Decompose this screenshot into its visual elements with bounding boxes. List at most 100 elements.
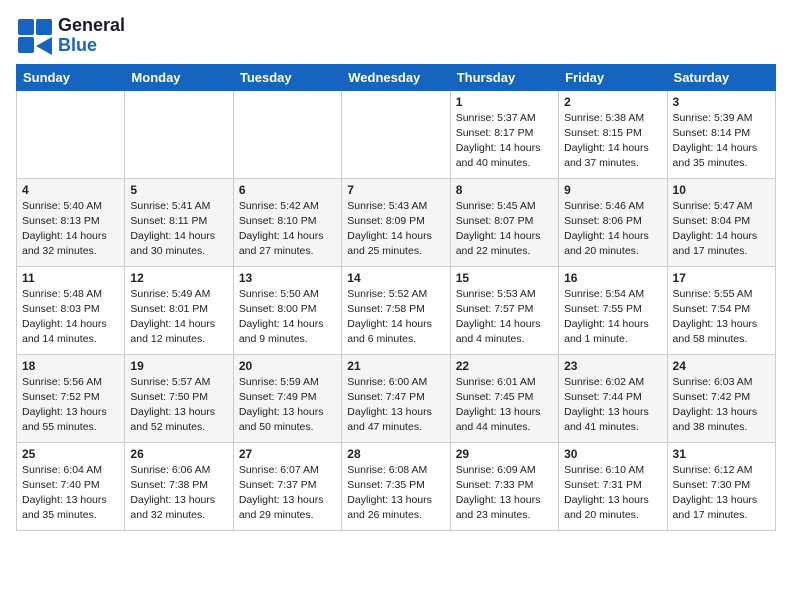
- calendar-cell: 1 Sunrise: 5:37 AM Sunset: 8:17 PM Daylig…: [450, 90, 558, 178]
- calendar-cell: [125, 90, 233, 178]
- calendar-cell: [342, 90, 450, 178]
- calendar-cell: 12 Sunrise: 5:49 AM Sunset: 8:01 PM Dayli…: [125, 266, 233, 354]
- calendar-cell: 31 Sunrise: 6:12 AM Sunset: 7:30 PM Dayli…: [667, 442, 775, 530]
- calendar-cell: 11Sunrise: 5:48 AM Sunset: 8:03 PM Dayli…: [17, 266, 125, 354]
- day-number: 6: [239, 183, 336, 197]
- logo-blue-text: Blue: [58, 36, 125, 56]
- day-number: 23: [564, 359, 661, 373]
- calendar-cell: 2 Sunrise: 5:38 AM Sunset: 8:15 PM Daylig…: [559, 90, 667, 178]
- day-info: Sunrise: 5:46 AM Sunset: 8:06 PM Dayligh…: [564, 199, 661, 260]
- day-info: Sunrise: 5:55 AM Sunset: 7:54 PM Dayligh…: [673, 287, 770, 348]
- day-number: 4: [22, 183, 119, 197]
- calendar-body: 1 Sunrise: 5:37 AM Sunset: 8:17 PM Daylig…: [17, 90, 776, 530]
- day-info: Sunrise: 6:09 AM Sunset: 7:33 PM Dayligh…: [456, 463, 553, 524]
- calendar-cell: 18 Sunrise: 5:56 AM Sunset: 7:52 PM Dayli…: [17, 354, 125, 442]
- day-number: 13: [239, 271, 336, 285]
- day-info: Sunrise: 5:43 AM Sunset: 8:09 PM Dayligh…: [347, 199, 444, 260]
- calendar-cell: 23 Sunrise: 6:02 AM Sunset: 7:44 PM Dayli…: [559, 354, 667, 442]
- header-sunday: Sunday: [17, 64, 125, 90]
- day-number: 20: [239, 359, 336, 373]
- calendar-cell: 29 Sunrise: 6:09 AM Sunset: 7:33 PM Dayli…: [450, 442, 558, 530]
- header-tuesday: Tuesday: [233, 64, 341, 90]
- calendar-week-2: 4 Sunrise: 5:40 AM Sunset: 8:13 PM Daylig…: [17, 178, 776, 266]
- calendar-week-4: 18 Sunrise: 5:56 AM Sunset: 7:52 PM Dayli…: [17, 354, 776, 442]
- day-info: Sunrise: 5:37 AM Sunset: 8:17 PM Dayligh…: [456, 111, 553, 172]
- day-info: Sunrise: 5:53 AM Sunset: 7:57 PM Dayligh…: [456, 287, 553, 348]
- calendar-cell: 5Sunrise: 5:41 AM Sunset: 8:11 PM Daylig…: [125, 178, 233, 266]
- logo-text: General: [58, 16, 125, 36]
- calendar-cell: 25 Sunrise: 6:04 AM Sunset: 7:40 PM Dayli…: [17, 442, 125, 530]
- calendar-cell: 8 Sunrise: 5:45 AM Sunset: 8:07 PM Daylig…: [450, 178, 558, 266]
- calendar-cell: 15 Sunrise: 5:53 AM Sunset: 7:57 PM Dayli…: [450, 266, 558, 354]
- day-number: 5: [130, 183, 227, 197]
- day-info: Sunrise: 6:10 AM Sunset: 7:31 PM Dayligh…: [564, 463, 661, 524]
- day-info: Sunrise: 6:04 AM Sunset: 7:40 PM Dayligh…: [22, 463, 119, 524]
- day-number: 30: [564, 447, 661, 461]
- day-info: Sunrise: 5:52 AM Sunset: 7:58 PM Dayligh…: [347, 287, 444, 348]
- logo: General Blue: [16, 16, 125, 56]
- day-number: 28: [347, 447, 444, 461]
- day-number: 27: [239, 447, 336, 461]
- day-number: 19: [130, 359, 227, 373]
- calendar-cell: 16 Sunrise: 5:54 AM Sunset: 7:55 PM Dayli…: [559, 266, 667, 354]
- day-number: 31: [673, 447, 770, 461]
- day-info: Sunrise: 5:56 AM Sunset: 7:52 PM Dayligh…: [22, 375, 119, 436]
- day-info: Sunrise: 6:08 AM Sunset: 7:35 PM Dayligh…: [347, 463, 444, 524]
- day-number: 12: [130, 271, 227, 285]
- calendar-cell: 22 Sunrise: 6:01 AM Sunset: 7:45 PM Dayli…: [450, 354, 558, 442]
- calendar-table: SundayMondayTuesdayWednesdayThursdayFrid…: [16, 64, 776, 531]
- day-number: 22: [456, 359, 553, 373]
- header-saturday: Saturday: [667, 64, 775, 90]
- calendar-cell: 10 Sunrise: 5:47 AM Sunset: 8:04 PM Dayli…: [667, 178, 775, 266]
- day-number: 18: [22, 359, 119, 373]
- calendar-cell: 27 Sunrise: 6:07 AM Sunset: 7:37 PM Dayli…: [233, 442, 341, 530]
- day-info: Sunrise: 5:59 AM Sunset: 7:49 PM Dayligh…: [239, 375, 336, 436]
- day-number: 2: [564, 95, 661, 109]
- day-info: Sunrise: 5:57 AM Sunset: 7:50 PM Dayligh…: [130, 375, 227, 436]
- day-info: Sunrise: 6:02 AM Sunset: 7:44 PM Dayligh…: [564, 375, 661, 436]
- day-number: 21: [347, 359, 444, 373]
- logo-icon: [16, 17, 54, 55]
- calendar-cell: 9 Sunrise: 5:46 AM Sunset: 8:06 PM Daylig…: [559, 178, 667, 266]
- day-number: 29: [456, 447, 553, 461]
- day-number: 3: [673, 95, 770, 109]
- calendar-cell: 17Sunrise: 5:55 AM Sunset: 7:54 PM Dayli…: [667, 266, 775, 354]
- calendar-cell: 30 Sunrise: 6:10 AM Sunset: 7:31 PM Dayli…: [559, 442, 667, 530]
- day-number: 11: [22, 271, 119, 285]
- day-number: 25: [22, 447, 119, 461]
- day-info: Sunrise: 5:39 AM Sunset: 8:14 PM Dayligh…: [673, 111, 770, 172]
- calendar-cell: 4 Sunrise: 5:40 AM Sunset: 8:13 PM Daylig…: [17, 178, 125, 266]
- day-number: 15: [456, 271, 553, 285]
- day-number: 26: [130, 447, 227, 461]
- header-thursday: Thursday: [450, 64, 558, 90]
- calendar-cell: [17, 90, 125, 178]
- day-info: Sunrise: 6:07 AM Sunset: 7:37 PM Dayligh…: [239, 463, 336, 524]
- day-number: 1: [456, 95, 553, 109]
- calendar-cell: 14 Sunrise: 5:52 AM Sunset: 7:58 PM Dayli…: [342, 266, 450, 354]
- day-info: Sunrise: 5:54 AM Sunset: 7:55 PM Dayligh…: [564, 287, 661, 348]
- day-number: 7: [347, 183, 444, 197]
- calendar-cell: 20 Sunrise: 5:59 AM Sunset: 7:49 PM Dayli…: [233, 354, 341, 442]
- calendar-cell: [233, 90, 341, 178]
- day-info: Sunrise: 5:38 AM Sunset: 8:15 PM Dayligh…: [564, 111, 661, 172]
- day-number: 16: [564, 271, 661, 285]
- day-info: Sunrise: 5:45 AM Sunset: 8:07 PM Dayligh…: [456, 199, 553, 260]
- day-info: Sunrise: 6:12 AM Sunset: 7:30 PM Dayligh…: [673, 463, 770, 524]
- day-info: Sunrise: 5:47 AM Sunset: 8:04 PM Dayligh…: [673, 199, 770, 260]
- day-number: 8: [456, 183, 553, 197]
- calendar-week-3: 11Sunrise: 5:48 AM Sunset: 8:03 PM Dayli…: [17, 266, 776, 354]
- day-info: Sunrise: 6:01 AM Sunset: 7:45 PM Dayligh…: [456, 375, 553, 436]
- calendar-cell: 24Sunrise: 6:03 AM Sunset: 7:42 PM Dayli…: [667, 354, 775, 442]
- calendar-cell: 7 Sunrise: 5:43 AM Sunset: 8:09 PM Daylig…: [342, 178, 450, 266]
- calendar-header-row: SundayMondayTuesdayWednesdayThursdayFrid…: [17, 64, 776, 90]
- page-header: General Blue: [16, 16, 776, 56]
- calendar-cell: 21Sunrise: 6:00 AM Sunset: 7:47 PM Dayli…: [342, 354, 450, 442]
- calendar-cell: 28 Sunrise: 6:08 AM Sunset: 7:35 PM Dayli…: [342, 442, 450, 530]
- day-number: 10: [673, 183, 770, 197]
- day-number: 14: [347, 271, 444, 285]
- day-info: Sunrise: 5:49 AM Sunset: 8:01 PM Dayligh…: [130, 287, 227, 348]
- day-info: Sunrise: 5:40 AM Sunset: 8:13 PM Dayligh…: [22, 199, 119, 260]
- header-monday: Monday: [125, 64, 233, 90]
- calendar-cell: 19 Sunrise: 5:57 AM Sunset: 7:50 PM Dayli…: [125, 354, 233, 442]
- day-number: 9: [564, 183, 661, 197]
